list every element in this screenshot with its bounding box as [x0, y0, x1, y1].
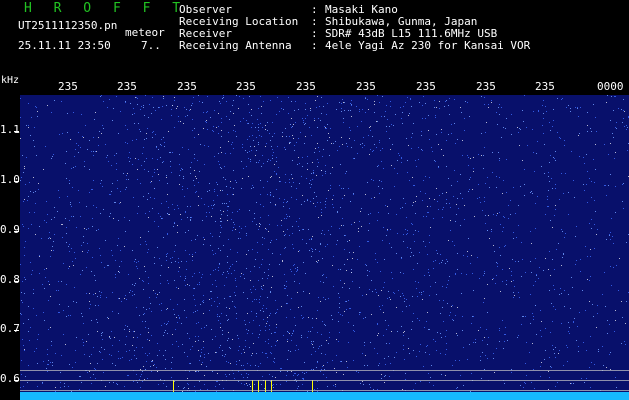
reference-line — [20, 380, 629, 381]
observation-info: Observer : Masaki Kano Receiving Locatio… — [179, 4, 619, 52]
y-tick — [14, 231, 19, 232]
header-panel: H R O F F T UT2511112350.pn meteor 25.11… — [0, 0, 629, 75]
timestamp: 25.11.11 23:50 — [18, 39, 111, 52]
y-tick-label: 0.7 — [0, 322, 20, 335]
info-row-antenna: Receiving Antenna : 4ele Yagi Az 230 for… — [179, 40, 619, 52]
time-label: 235 — [177, 80, 197, 93]
file-name: UT2511112350.pn — [18, 19, 118, 32]
y-tick-label: 0.9 — [0, 223, 20, 236]
time-label: 235 — [416, 80, 436, 93]
y-axis-unit: kHz — [1, 75, 20, 86]
time-label: 235 — [476, 80, 496, 93]
info-value: 4ele Yagi Az 230 for Kansai VOR — [325, 39, 531, 52]
y-tick — [14, 281, 19, 282]
y-tick-label: 1.0 — [0, 173, 20, 186]
y-tick — [14, 131, 19, 132]
time-label: 235 — [58, 80, 78, 93]
y-tick-label: 1.1 — [0, 123, 20, 136]
count-label: 7.. — [141, 39, 161, 52]
info-separator: : — [311, 39, 318, 52]
y-tick-label: 0.6 — [0, 372, 20, 385]
spectrogram-plot — [20, 95, 629, 400]
time-label: 235 — [117, 80, 137, 93]
app-title: H R O F F T — [24, 1, 188, 16]
time-label: 235 — [535, 80, 555, 93]
tag-label: meteor — [125, 26, 165, 39]
time-axis: 235 235 235 235 235 235 235 235 235 0000 — [20, 80, 629, 96]
carrier-baseline — [20, 392, 629, 400]
time-label: 235 — [296, 80, 316, 93]
y-tick — [14, 380, 19, 381]
y-tick — [14, 330, 19, 331]
y-tick — [14, 181, 19, 182]
info-label: Receiving Antenna — [179, 39, 292, 52]
time-label: 0000 — [597, 80, 624, 93]
time-label: 235 — [356, 80, 376, 93]
reference-line — [20, 390, 629, 391]
spectrogram-noise — [20, 95, 629, 400]
reference-line — [20, 370, 629, 371]
time-label: 235 — [236, 80, 256, 93]
y-tick-label: 0.8 — [0, 273, 20, 286]
